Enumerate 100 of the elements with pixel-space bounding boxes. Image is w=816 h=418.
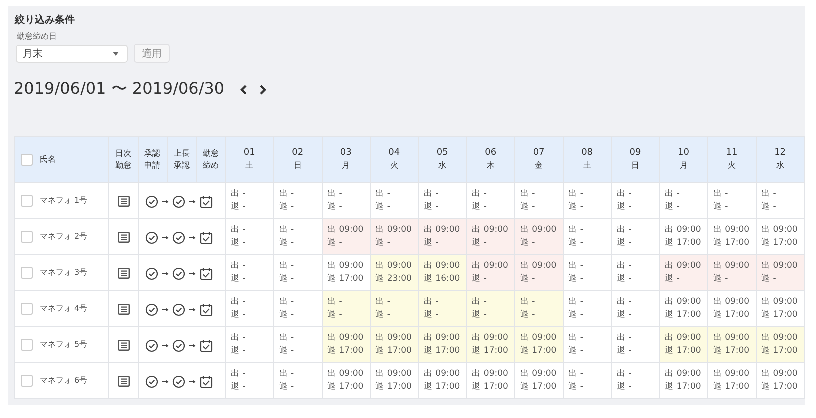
attendance-cell[interactable]: 出 09:00 退 - [708,254,756,290]
attendance-cell[interactable]: 出 - 退 - [514,290,564,326]
employee-name[interactable]: マネフォ 1号 [40,195,88,206]
attendance-cell[interactable]: 出 09:00 退 17:00 [660,218,708,254]
attendance-cell[interactable]: 出 - 退 - [274,182,322,218]
attendance-cell[interactable]: 出 - 退 - [611,218,660,254]
row-checkbox[interactable] [21,266,33,278]
attendance-cell[interactable]: 出 - 退 - [370,290,418,326]
list-icon[interactable] [118,340,130,352]
attendance-cell[interactable]: 出 - 退 - [563,362,612,398]
attendance-cell[interactable]: 出 - 退 - [660,182,708,218]
attendance-cell[interactable]: 出 - 退 - [226,254,274,290]
attendance-cell[interactable]: 出 - 退 - [274,218,322,254]
attendance-cell[interactable]: 出 09:00 退 17:00 [370,326,418,362]
attendance-cell[interactable]: 出 09:00 退 17:00 [708,326,756,362]
attendance-cell[interactable]: 出 09:00 退 17:00 [322,362,370,398]
select-all-checkbox[interactable] [21,154,33,166]
attendance-cell[interactable]: 出 09:00 退 17:00 [708,362,756,398]
attendance-cell[interactable]: 出 - 退 - [226,182,274,218]
attendance-cell[interactable]: 出 - 退 - [466,182,515,218]
attendance-cell[interactable]: 出 09:00 退 17:00 [322,326,370,362]
attendance-cell[interactable]: 出 - 退 - [514,182,564,218]
attendance-cell[interactable]: 出 09:00 退 17:00 [660,290,708,326]
attendance-cell[interactable]: 出 - 退 - [708,182,756,218]
attendance-cell[interactable]: 出 09:00 退 - [418,218,467,254]
attendance-cell[interactable]: 出 - 退 - [611,182,660,218]
attendance-cell[interactable]: 出 09:00 退 - [756,254,804,290]
attendance-cell[interactable]: 出 - 退 - [611,254,660,290]
attendance-cell[interactable]: 出 - 退 - [322,290,370,326]
row-checkbox[interactable] [21,194,33,206]
attendance-cell[interactable]: 出 - 退 - [274,362,322,398]
attendance-cell[interactable]: 出 - 退 - [563,254,612,290]
attendance-cell[interactable]: 出 - 退 - [611,326,660,362]
row-checkbox[interactable] [21,338,33,350]
attendance-cell[interactable]: 出 - 退 - [226,218,274,254]
attendance-cell[interactable]: 出 09:00 退 17:00 [514,326,564,362]
attendance-cell[interactable]: 出 - 退 - [226,290,274,326]
row-checkbox[interactable] [21,374,33,386]
employee-name[interactable]: マネフォ 4号 [40,303,88,314]
next-icon[interactable] [258,84,267,94]
row-checkbox[interactable] [21,230,33,242]
attendance-cell[interactable]: 出 09:00 退 17:00 [708,218,756,254]
attendance-cell[interactable]: 出 09:00 退 17:00 [466,362,515,398]
attendance-cell[interactable]: 出 09:00 退 - [514,218,564,254]
attendance-cell[interactable]: 出 - 退 - [370,182,418,218]
attendance-cell[interactable]: 出 - 退 - [611,362,660,398]
employee-name[interactable]: マネフォ 3号 [40,267,88,278]
column-header: 06 木 [484,146,498,172]
attendance-cell[interactable]: 出 - 退 - [611,290,660,326]
attendance-cell[interactable]: 出 09:00 退 - [660,254,708,290]
attendance-cell[interactable]: 出 09:00 退 - [466,254,515,290]
column-header: 氏名 [40,154,56,166]
attendance-cell[interactable]: 出 - 退 - [756,182,804,218]
attendance-cell[interactable]: 出 09:00 退 17:00 [660,326,708,362]
attendance-cell[interactable]: 出 09:00 退 17:00 [514,362,564,398]
attendance-cell[interactable]: 出 - 退 - [563,218,612,254]
attendance-cell[interactable]: 出 - 退 - [418,182,467,218]
column-header: 08 土 [580,146,594,172]
attendance-cell[interactable]: 出 - 退 - [226,326,274,362]
employee-name[interactable]: マネフォ 6号 [40,375,88,386]
attendance-cell[interactable]: 出 09:00 退 17:00 [466,326,515,362]
attendance-cell[interactable]: 出 - 退 - [274,290,322,326]
column-header: 11 火 [725,146,739,172]
attendance-cell[interactable]: 出 09:00 退 17:00 [322,254,370,290]
attendance-cell[interactable]: 出 09:00 退 17:00 [370,362,418,398]
attendance-cell[interactable]: 出 09:00 退 17:00 [418,326,467,362]
attendance-cell[interactable]: 出 - 退 - [563,290,612,326]
list-icon[interactable] [118,268,130,280]
attendance-cell[interactable]: 出 - 退 - [563,182,612,218]
closing-day-select[interactable]: 月末 [16,44,128,62]
list-icon[interactable] [118,232,130,244]
attendance-cell[interactable]: 出 09:00 退 17:00 [756,218,804,254]
attendance-cell[interactable]: 出 09:00 退 - [466,218,515,254]
employee-name[interactable]: マネフォ 2号 [40,231,88,242]
previous-icon[interactable] [240,84,248,94]
attendance-cell[interactable]: 出 - 退 - [274,254,322,290]
attendance-cell[interactable]: 出 09:00 退 - [370,218,418,254]
attendance-cell[interactable]: 出 09:00 退 17:00 [660,362,708,398]
attendance-cell[interactable]: 出 09:00 退 17:00 [756,290,804,326]
list-icon[interactable] [118,376,130,388]
attendance-cell[interactable]: 出 09:00 退 23:00 [370,254,418,290]
field-label: 勤怠締め日 [17,31,58,42]
attendance-cell[interactable]: 出 09:00 退 - [322,218,370,254]
employee-name[interactable]: マネフォ 5号 [40,339,88,350]
list-icon[interactable] [118,196,130,208]
attendance-cell[interactable]: 出 - 退 - [563,326,612,362]
attendance-cell[interactable]: 出 09:00 退 17:00 [708,290,756,326]
attendance-cell[interactable]: 出 09:00 退 - [514,254,564,290]
attendance-cell[interactable]: 出 - 退 - [322,182,370,218]
attendance-cell[interactable]: 出 - 退 - [466,290,515,326]
attendance-cell[interactable]: 出 09:00 退 17:00 [756,362,804,398]
attendance-cell[interactable]: 出 09:00 退 17:00 [756,326,804,362]
attendance-cell[interactable]: 出 09:00 退 16:00 [418,254,467,290]
list-icon[interactable] [118,304,130,316]
column-header: 05 水 [436,146,450,172]
attendance-cell[interactable]: 出 - 退 - [418,290,467,326]
attendance-cell[interactable]: 出 09:00 退 17:00 [418,362,467,398]
row-checkbox[interactable] [21,302,33,314]
attendance-cell[interactable]: 出 - 退 - [226,362,274,398]
attendance-cell[interactable]: 出 - 退 - [274,326,322,362]
